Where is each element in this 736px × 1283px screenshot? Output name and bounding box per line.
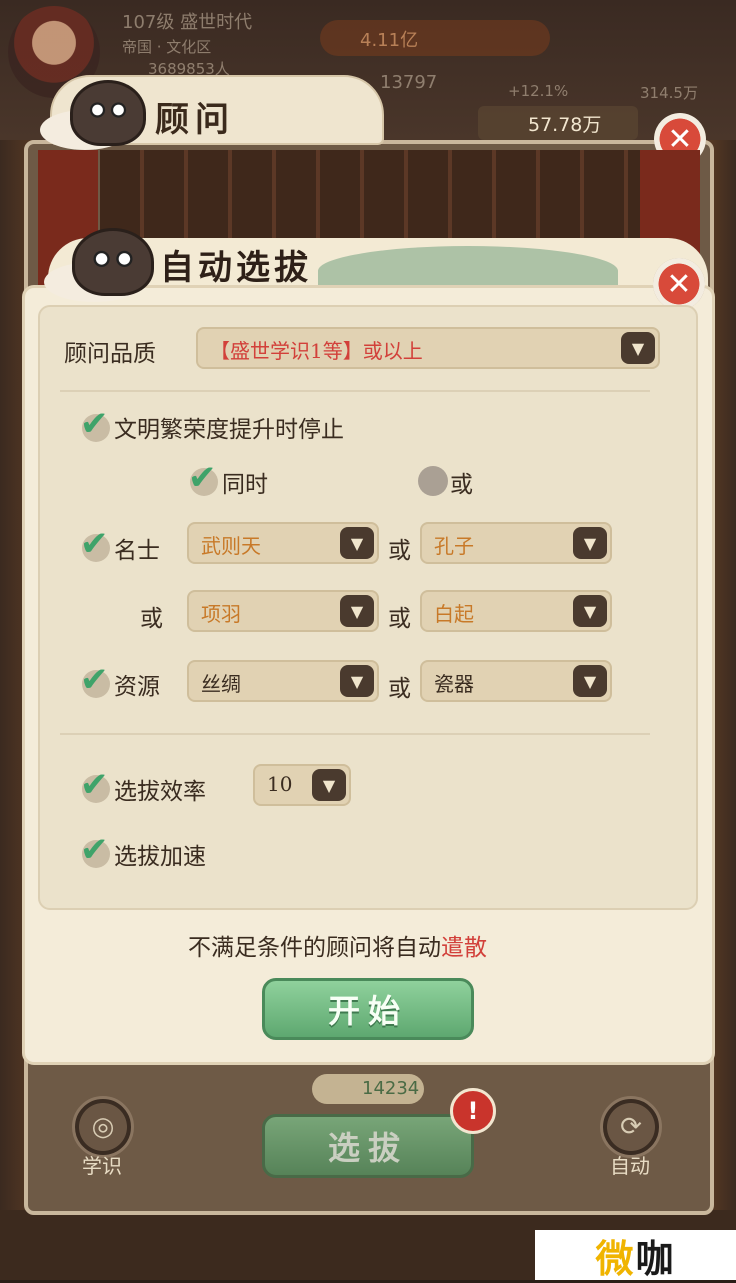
chevron-down-icon: ▼ <box>573 665 607 697</box>
resource-value-2: 瓷器 <box>434 672 474 696</box>
logic-and-radio[interactable]: ✔ <box>188 458 222 498</box>
resource-value-1: 丝绸 <box>201 672 241 696</box>
select-button[interactable]: 选拔 <box>262 1114 474 1178</box>
start-button[interactable]: 开始 <box>262 978 474 1040</box>
or-label: 或 <box>388 676 411 702</box>
divider <box>60 733 650 735</box>
celebrity-value-2: 孔子 <box>434 534 474 558</box>
checkmark-icon: ✔ <box>80 404 109 444</box>
resource-checkbox[interactable]: ✔ <box>80 660 114 700</box>
prosperity-checkbox[interactable]: ✔ <box>80 404 114 444</box>
knowledge-button[interactable]: ◎ <box>72 1096 134 1158</box>
checkmark-icon: ✔ <box>80 830 109 870</box>
efficiency-value: 10 <box>267 772 293 796</box>
speedup-checkbox[interactable]: ✔ <box>80 830 114 870</box>
logic-or-radio[interactable] <box>418 466 448 496</box>
auto-dismiss-note: 不满足条件的顾问将自动遣散 <box>188 928 487 962</box>
celebrity-dropdown-2[interactable]: 孔子 ▼ <box>420 522 612 564</box>
close-icon: ✕ <box>666 266 692 302</box>
mascot-icon <box>70 65 146 146</box>
logic-or-label: 或 <box>450 472 473 498</box>
resource-label: 资源 <box>114 674 160 700</box>
note-text: 不满足条件的顾问将自动 <box>188 935 441 961</box>
celebrity-dropdown-4[interactable]: 白起 ▼ <box>420 590 612 632</box>
checkmark-icon: ✔ <box>188 458 217 498</box>
logic-and-label: 同时 <box>222 472 268 498</box>
checkmark-icon: ✔ <box>80 765 109 805</box>
alert-badge: ! <box>450 1088 496 1134</box>
resource-dropdown-1[interactable]: 丝绸 ▼ <box>187 660 379 702</box>
knowledge-label: 学识 <box>82 1154 122 1178</box>
dialog-close-button[interactable]: ✕ <box>653 258 705 310</box>
scroll-count: 14234 <box>362 1078 420 1099</box>
auto-label: 自动 <box>610 1154 650 1178</box>
stat-a: 13797 <box>380 72 438 93</box>
watermark-accent: 微 <box>595 1236 636 1281</box>
player-level: 107级 盛世时代 <box>122 12 253 33</box>
celebrity-value-4: 白起 <box>434 602 474 626</box>
book-icon: ◎ <box>91 1112 115 1142</box>
celebrity-label: 名士 <box>114 538 160 564</box>
dialog-title: 自动选拔 <box>160 248 312 288</box>
quality-label: 顾问品质 <box>64 341 156 367</box>
watermark-text: 咖 <box>635 1236 676 1281</box>
divider <box>60 390 650 392</box>
or-label: 或 <box>388 606 411 632</box>
player-subtitle: 帝国 · 文化区 <box>122 38 212 56</box>
chevron-down-icon: ▼ <box>340 665 374 697</box>
celebrity-value-1: 武则天 <box>201 534 261 558</box>
coin-value: 4.11亿 <box>360 30 419 51</box>
stat-b: +12.1% <box>508 82 569 100</box>
efficiency-checkbox[interactable]: ✔ <box>80 765 114 805</box>
checkmark-icon: ✔ <box>80 524 109 564</box>
chevron-down-icon: ▼ <box>340 595 374 627</box>
celebrity-value-3: 项羽 <box>201 602 241 626</box>
prosperity-label: 文明繁荣度提升时停止 <box>114 417 344 443</box>
watermark-logo: 微咖 <box>535 1230 736 1281</box>
or-label: 或 <box>140 606 163 632</box>
or-label: 或 <box>388 538 411 564</box>
stat-c: 314.5万 <box>640 84 698 102</box>
checkmark-icon: ✔ <box>80 660 109 700</box>
resource-dropdown-2[interactable]: 瓷器 ▼ <box>420 660 612 702</box>
quality-dropdown[interactable]: 【盛世学识1等】或以上 ▼ <box>196 327 660 369</box>
coin-bar <box>320 20 550 56</box>
refresh-icon: ⟳ <box>620 1112 642 1142</box>
chevron-down-icon: ▼ <box>621 332 655 364</box>
chevron-down-icon: ▼ <box>340 527 374 559</box>
auto-button[interactable]: ⟳ <box>600 1096 662 1158</box>
advisor-title: 顾问 <box>155 100 235 140</box>
mascot-icon <box>72 212 154 296</box>
quality-value: 【盛世学识1等】或以上 <box>210 339 423 363</box>
efficiency-label: 选拔效率 <box>114 779 206 805</box>
chevron-down-icon: ▼ <box>312 769 346 801</box>
celebrity-dropdown-3[interactable]: 项羽 ▼ <box>187 590 379 632</box>
celebrity-dropdown-1[interactable]: 武则天 ▼ <box>187 522 379 564</box>
speedup-label: 选拔加速 <box>114 844 206 870</box>
chevron-down-icon: ▼ <box>573 527 607 559</box>
chevron-down-icon: ▼ <box>573 595 607 627</box>
note-action: 遣散 <box>441 935 487 961</box>
celebrity-checkbox[interactable]: ✔ <box>80 524 114 564</box>
money-value: 57.78万 <box>528 114 602 136</box>
efficiency-dropdown[interactable]: 10 ▼ <box>253 764 351 806</box>
